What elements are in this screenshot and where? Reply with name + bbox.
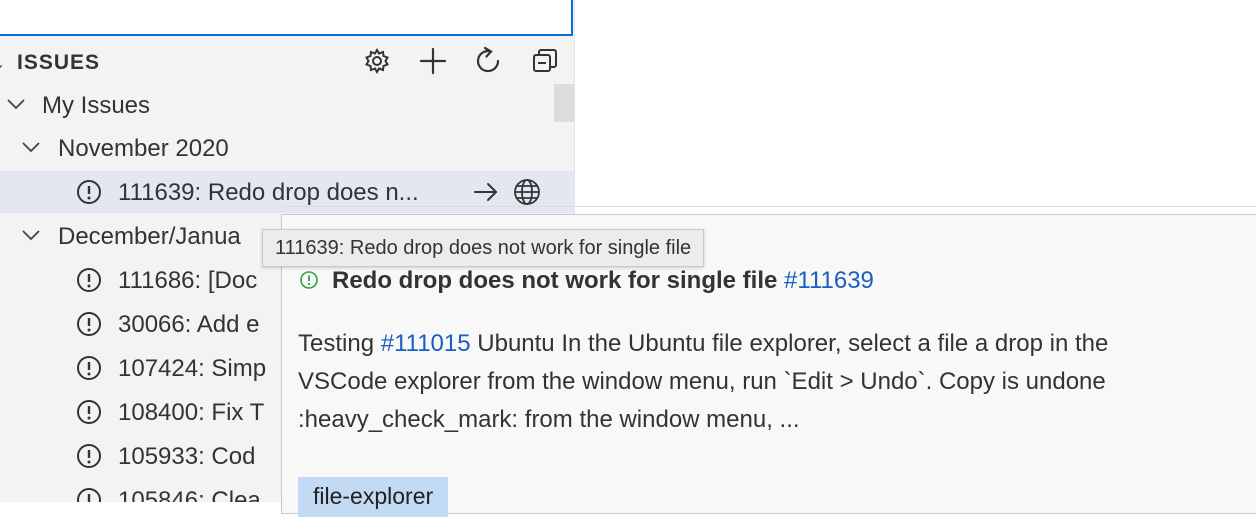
issue-label: 111639: Redo drop does n... — [118, 179, 419, 206]
issue-opened-icon — [76, 179, 102, 205]
search-input[interactable] — [0, 0, 573, 36]
issue-label-chip[interactable]: file-explorer — [298, 477, 449, 517]
issue-opened-icon — [76, 399, 102, 425]
section-title: ISSUES — [17, 51, 101, 74]
plus-icon[interactable] — [418, 46, 448, 76]
issue-label: 30066: Add e — [118, 311, 260, 338]
issues-section-header[interactable]: ⌄ ISSUES — [0, 42, 574, 82]
issue-label: 105846: Clea — [118, 487, 261, 502]
issue-opened-icon — [76, 487, 102, 502]
tree-node-label: My Issues — [42, 92, 151, 119]
issue-title: Redo drop does not work for single file — [332, 267, 778, 294]
chevron-down-icon[interactable]: ⌄ — [0, 54, 5, 74]
body-text: VSCode explorer from the window menu, ru… — [298, 368, 1106, 395]
refresh-icon[interactable] — [474, 46, 504, 76]
issue-opened-icon — [76, 267, 102, 293]
gear-icon[interactable] — [362, 46, 392, 76]
editor-divider — [281, 206, 1256, 207]
issue-opened-icon — [76, 355, 102, 381]
issue-number-link[interactable]: #111639 — [784, 267, 874, 294]
issue-opened-icon — [76, 443, 102, 469]
issue-label: 111686: [Doc — [118, 267, 258, 294]
chevron-down-icon[interactable] — [19, 135, 43, 159]
issue-ref-link[interactable]: #111015 — [381, 330, 471, 357]
collapse-all-icon[interactable] — [530, 46, 560, 76]
tree-node-my-issues[interactable]: My Issues — [0, 84, 574, 126]
hover-card-body: Testing #111015 Ubuntu In the Ubuntu fil… — [298, 325, 1256, 439]
tree-group-november-2020[interactable]: November 2020 — [0, 127, 574, 169]
chevron-down-icon[interactable] — [4, 92, 28, 116]
issue-label: 108400: Fix T — [118, 399, 265, 426]
globe-icon[interactable] — [513, 178, 541, 206]
issue-label: 107424: Simp — [118, 355, 267, 382]
issue-label: 105933: Cod — [118, 443, 256, 470]
issue-open-status-icon — [299, 270, 319, 290]
arrow-right-icon[interactable] — [472, 178, 500, 206]
tooltip: 111639: Redo drop does not work for sing… — [262, 229, 705, 267]
tree-group-label: December/Janua — [58, 223, 241, 250]
tree-group-label: November 2020 — [58, 135, 229, 162]
chevron-down-icon[interactable] — [19, 223, 43, 247]
body-text: Testing — [298, 330, 381, 357]
body-text: Ubuntu In the Ubuntu file explorer, sele… — [470, 330, 1109, 357]
hover-card-title: Redo drop does not work for single file … — [332, 267, 874, 295]
body-text: :heavy_check_mark: from the window menu,… — [298, 406, 800, 433]
issue-opened-icon — [76, 311, 102, 337]
